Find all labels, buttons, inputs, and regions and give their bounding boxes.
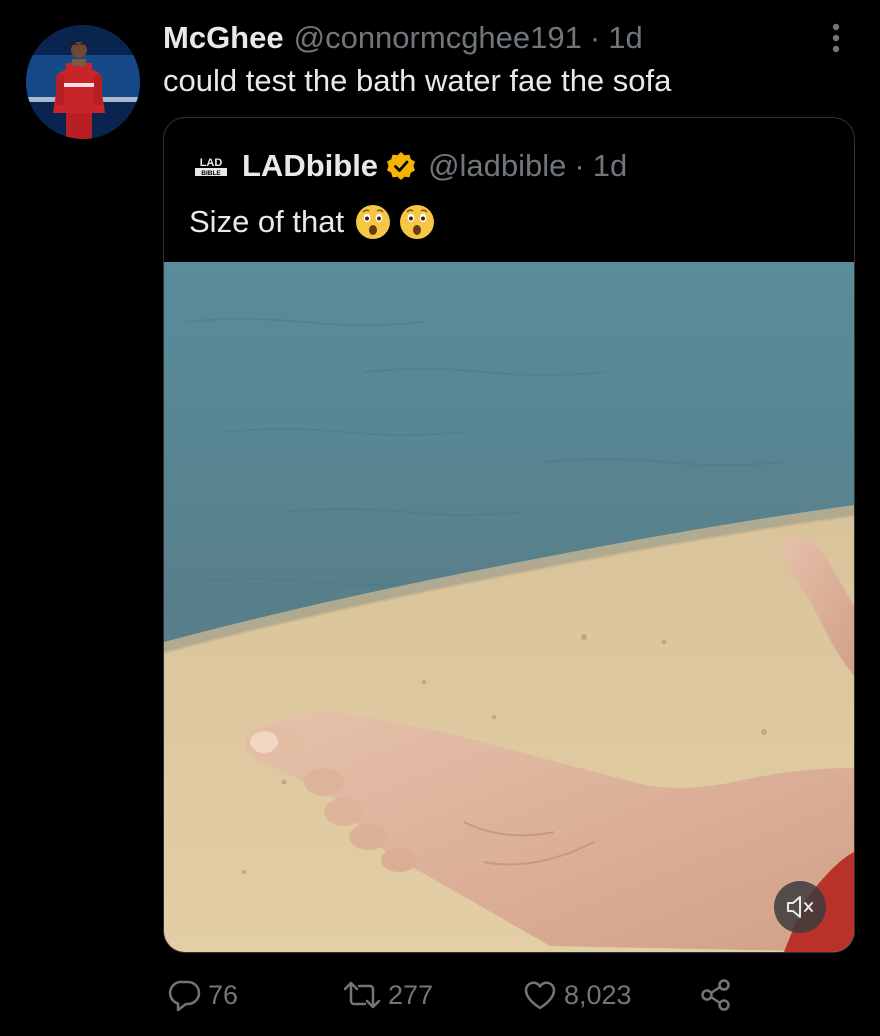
tweet-header: McGhee @connormcghee191 · 1d [163, 20, 643, 56]
quoted-tweet-video[interactable] [164, 262, 854, 952]
separator-dot: · [589, 20, 601, 55]
reply-icon [168, 980, 201, 1012]
verified-badge-icon [387, 152, 416, 180]
quoted-timestamp[interactable]: 1d [593, 148, 627, 184]
share-button[interactable] [698, 975, 740, 1015]
astonished-face-icon [356, 205, 391, 239]
like-count: 8,023 [564, 979, 632, 1010]
ladbible-logo-icon: LAD BIBLE [195, 157, 227, 177]
astonished-face-icon [400, 205, 435, 239]
quoted-tweet[interactable]: LAD BIBLE LADbible @ladbible · 1d Size o… [163, 117, 855, 953]
retweet-count: 277 [388, 979, 434, 1010]
separator-dot: · [574, 148, 585, 183]
tweet-actions: 76 277 8,023 [0, 975, 880, 1015]
quoted-tweet-text-row: Size of that [189, 202, 436, 242]
mute-button[interactable] [774, 881, 826, 933]
quoted-author-name[interactable]: LADbible [242, 148, 378, 184]
muted-speaker-icon [787, 896, 813, 918]
author-avatar[interactable] [26, 25, 140, 139]
author-name[interactable]: McGhee [163, 20, 284, 56]
tweet-text: could test the bath water fae the sofa [163, 63, 672, 98]
tweet: McGhee @connormcghee191 · 1d could test … [0, 0, 880, 1036]
like-button[interactable]: 8,023 [522, 975, 632, 1015]
reply-button[interactable]: 76 [166, 975, 238, 1015]
reply-count: 76 [208, 979, 239, 1010]
svg-text:BIBLE: BIBLE [201, 170, 221, 177]
svg-text:LAD: LAD [200, 157, 223, 169]
author-handle[interactable]: @connormcghee191 [294, 20, 582, 56]
quoted-tweet-text: Size of that [189, 204, 345, 239]
retweet-icon [343, 981, 381, 1009]
more-options-icon[interactable] [822, 22, 850, 54]
quoted-tweet-header: LAD BIBLE LADbible @ladbible · 1d [194, 146, 627, 186]
retweet-button[interactable]: 277 [342, 975, 433, 1015]
quoted-author-handle[interactable]: @ladbible [428, 148, 566, 184]
heart-icon [524, 981, 556, 1010]
tweet-timestamp[interactable]: 1d [608, 20, 642, 56]
share-icon [701, 979, 730, 1011]
